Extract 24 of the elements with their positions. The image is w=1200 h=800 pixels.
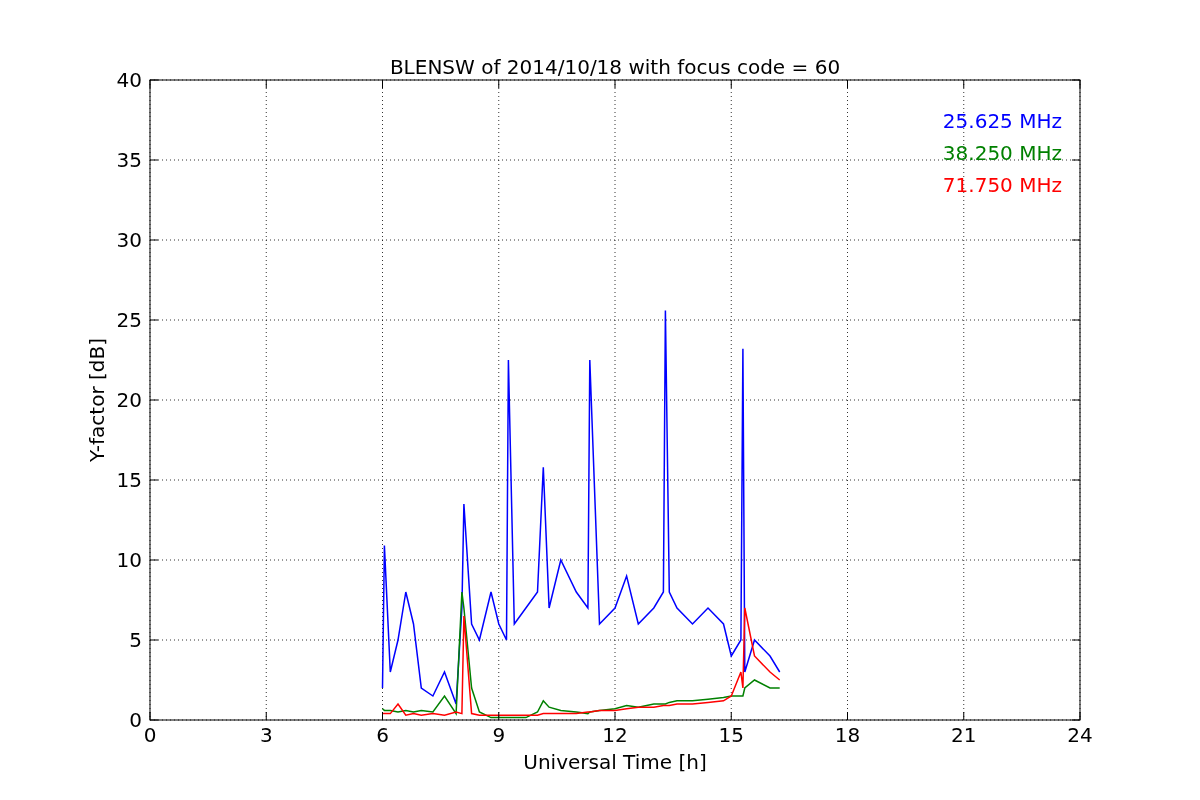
tick-label: 20 [116,388,142,412]
tick-label: 35 [116,148,142,172]
tick-label: 21 [951,723,977,747]
tick-label: 5 [129,628,142,652]
tick-label: 9 [492,723,506,747]
tick-label: 15 [116,468,142,492]
tick-label: 6 [376,723,389,747]
legend-label: 71.750 MHz [942,173,1062,197]
tick-label: 10 [116,548,142,572]
tick-label: 0 [143,723,157,747]
legend-label: 38.250 MHz [942,141,1062,165]
tick-label: 18 [834,723,861,747]
tick-label: 40 [116,68,142,92]
tick-label: 24 [1067,723,1093,747]
legend-label: 25.625 MHz [942,109,1062,133]
tick-label: 0 [129,708,142,732]
tick-label: 25 [116,308,142,332]
tick-label: 15 [718,723,744,747]
axis-label: Universal Time [h] [523,750,707,774]
chart-title: BLENSW of 2014/10/18 with focus code = 60 [389,55,841,79]
tick-label: 12 [602,723,628,747]
axis-label: Y-factor [dB] [85,338,109,462]
tick-label: 30 [116,228,142,252]
tick-label: 3 [259,723,273,747]
